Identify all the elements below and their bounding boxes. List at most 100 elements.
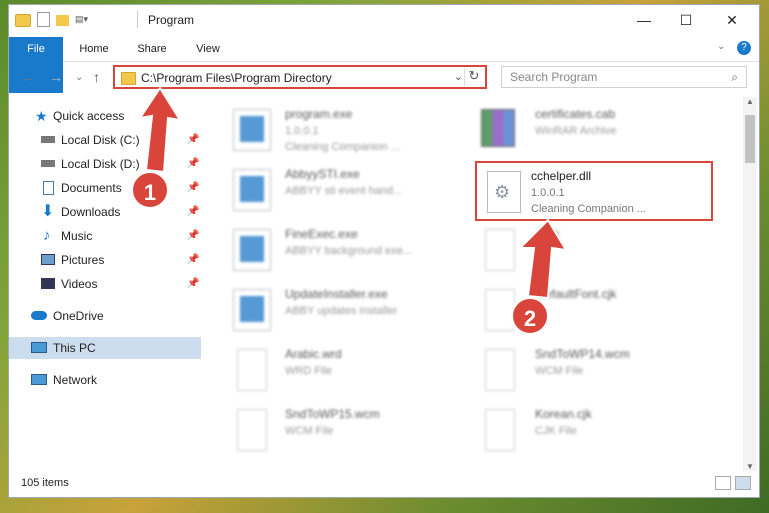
sidebar-item-local-disk-c[interactable]: Local Disk (C:) 📌 xyxy=(9,129,201,151)
file-name: certificates.cab xyxy=(535,107,616,121)
sidebar-item-local-disk-d[interactable]: Local Disk (D:) 📌 xyxy=(9,153,201,175)
help-icon[interactable]: ? xyxy=(737,41,751,55)
file-item[interactable]: ...cjk xyxy=(451,223,691,279)
expand-ribbon-icon[interactable]: ⌄ xyxy=(717,41,725,52)
sidebar-item-label: Documents xyxy=(61,181,122,195)
search-box[interactable]: Search Program ⌕ xyxy=(501,66,747,88)
document-icon xyxy=(237,349,267,391)
tab-home[interactable]: Home xyxy=(71,37,117,61)
new-folder-icon[interactable] xyxy=(56,15,69,26)
file-item[interactable]: ...efaultFont.cjk xyxy=(451,283,691,339)
file-item[interactable]: Arabic.wrd WRD File xyxy=(201,343,441,399)
navigation-pane: ★ Quick access Local Disk (C:) 📌 Local D… xyxy=(9,97,201,467)
minimize-button[interactable]: — xyxy=(621,5,667,35)
application-icon xyxy=(233,109,271,151)
document-icon xyxy=(485,229,515,271)
file-item[interactable]: SndToWP14.wcm WCM File xyxy=(451,343,691,399)
pin-icon: 📌 xyxy=(187,134,200,145)
pin-icon: 📌 xyxy=(187,278,200,289)
pin-icon: 📌 xyxy=(187,206,200,217)
recent-locations-icon[interactable]: ⌄ xyxy=(75,72,83,83)
file-name: ...cjk xyxy=(535,227,560,241)
network-icon xyxy=(31,374,47,385)
tab-share[interactable]: Share xyxy=(129,37,175,61)
sidebar-item-label: Videos xyxy=(61,277,98,291)
address-bar[interactable]: C:\Program Files\Program Directory ⌄ ↻ xyxy=(113,65,487,89)
pin-icon: 📌 xyxy=(187,254,200,265)
file-name: program.exe xyxy=(285,107,353,121)
sidebar-item-this-pc[interactable]: This PC xyxy=(9,337,201,359)
file-item[interactable]: AbbyySTI.exe ABBYY sti event hand... xyxy=(201,163,441,219)
file-item[interactable]: Korean.cjk CJK File xyxy=(451,403,691,459)
archive-icon xyxy=(481,109,515,147)
computer-icon xyxy=(31,342,47,353)
explorer-window: ▤▾ Program — ☐ ✕ File Home Share View ⌄ … xyxy=(8,4,760,498)
sidebar-item-quick-access[interactable]: ★ Quick access xyxy=(9,105,201,127)
forward-button[interactable]: → xyxy=(49,69,63,85)
file-item[interactable]: SndToWP15.wcm WCM File xyxy=(201,403,441,459)
details-view-icon[interactable] xyxy=(715,476,731,490)
file-item[interactable]: FineExec.exe ABBYY background exe... xyxy=(201,223,441,279)
customize-toolbar-icon[interactable]: ▤▾ xyxy=(75,11,91,27)
pin-icon: 📌 xyxy=(187,158,200,169)
address-row: ← → ⌄ ↑ C:\Program Files\Program Directo… xyxy=(9,65,759,91)
address-path: C:\Program Files\Program Directory xyxy=(141,71,332,85)
address-dropdown-icon[interactable]: ⌄ xyxy=(454,70,463,83)
vertical-scrollbar[interactable]: ▲ ▼ xyxy=(743,97,757,471)
file-name: SndToWP15.wcm xyxy=(285,407,380,421)
sidebar-item-music[interactable]: ♪ Music 📌 xyxy=(9,225,201,247)
file-detail: WRD File xyxy=(285,365,333,377)
status-bar: 105 items xyxy=(9,469,759,497)
sidebar-item-label: Quick access xyxy=(53,109,125,123)
item-count: 105 items xyxy=(21,477,69,489)
file-detail: ABBYY sti event hand... xyxy=(285,185,403,197)
pin-icon: 📌 xyxy=(187,230,200,241)
large-icons-view-icon[interactable] xyxy=(735,476,751,490)
sidebar-item-onedrive[interactable]: OneDrive xyxy=(9,305,201,327)
file-name: SndToWP14.wcm xyxy=(535,347,630,361)
application-icon xyxy=(233,169,271,211)
folder-icon xyxy=(121,72,136,85)
file-name: Arabic.wrd xyxy=(285,347,342,361)
maximize-button[interactable]: ☐ xyxy=(663,5,709,35)
sidebar-item-label: Music xyxy=(61,229,93,243)
music-icon: ♪ xyxy=(43,227,51,244)
file-detail: WCM File xyxy=(535,365,584,377)
up-button[interactable]: ↑ xyxy=(93,69,100,85)
refresh-icon[interactable]: ↻ xyxy=(464,68,483,86)
title-bar: ▤▾ Program — ☐ ✕ xyxy=(9,5,759,35)
file-name: UpdateInstaller.exe xyxy=(285,287,388,301)
title-separator xyxy=(137,11,138,28)
scroll-up-icon[interactable]: ▲ xyxy=(746,97,754,106)
file-detail: CJK File xyxy=(535,425,577,437)
sidebar-item-network[interactable]: Network xyxy=(9,369,201,391)
sidebar-item-pictures[interactable]: Pictures 📌 xyxy=(9,249,201,271)
scrollbar-thumb[interactable] xyxy=(745,115,755,163)
file-item[interactable]: program.exe 1.0.0.1 Cleaning Companion .… xyxy=(201,103,441,159)
file-item[interactable]: UpdateInstaller.exe ABBY updates install… xyxy=(201,283,441,339)
file-detail: Cleaning Companion ... xyxy=(285,141,400,153)
ribbon-tabs: File Home Share View ⌄ ? xyxy=(9,37,759,93)
drive-icon xyxy=(41,136,55,143)
sidebar-item-label: Downloads xyxy=(61,205,121,219)
sidebar-item-videos[interactable]: Videos 📌 xyxy=(9,273,201,295)
file-detail: WinRAR Archive xyxy=(535,125,617,137)
back-button[interactable]: ← xyxy=(21,69,35,85)
properties-icon[interactable] xyxy=(37,11,50,27)
highlight-box xyxy=(475,161,713,221)
file-list: program.exe 1.0.0.1 Cleaning Companion .… xyxy=(201,97,741,467)
sidebar-item-label: OneDrive xyxy=(53,309,104,323)
sidebar-item-documents[interactable]: Documents 📌 xyxy=(9,177,201,199)
search-placeholder: Search Program xyxy=(510,70,598,84)
sidebar-item-downloads[interactable]: ⬇ Downloads 📌 xyxy=(9,201,201,223)
document-icon xyxy=(485,349,515,391)
file-item[interactable]: certificates.cab WinRAR Archive xyxy=(451,103,691,159)
close-button[interactable]: ✕ xyxy=(709,5,755,35)
cloud-icon xyxy=(31,311,47,320)
file-name: ...efaultFont.cjk xyxy=(535,287,617,301)
tab-view[interactable]: View xyxy=(185,37,231,61)
file-detail: WCM File xyxy=(285,425,334,437)
pictures-icon xyxy=(41,254,55,265)
pin-icon: 📌 xyxy=(187,182,200,193)
file-detail: 1.0.0.1 xyxy=(285,125,319,137)
